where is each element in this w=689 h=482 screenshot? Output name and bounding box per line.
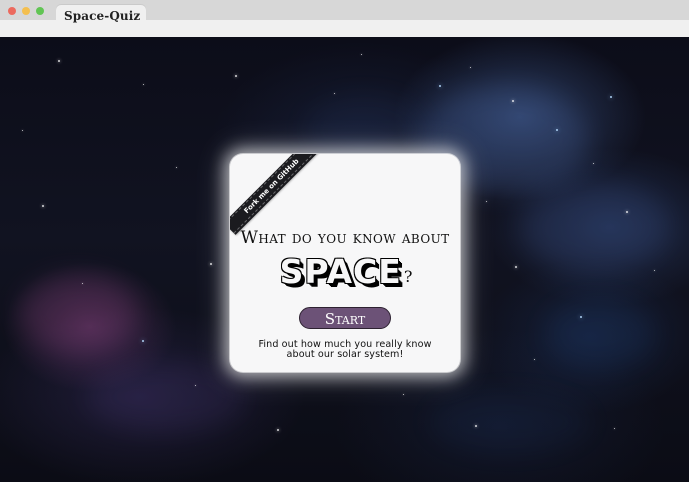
minimize-window-icon[interactable]: [22, 7, 30, 15]
star-icon: [515, 266, 517, 268]
quiz-intro-card: Fork me on GitHub What do you know about…: [230, 154, 460, 372]
browser-window: Space-Quiz Fork me on GitHub What do you…: [0, 0, 689, 482]
star-icon: [334, 93, 335, 94]
star-icon: [210, 263, 212, 265]
browser-tab-space-quiz[interactable]: Space-Quiz: [56, 5, 146, 37]
star-icon: [143, 84, 144, 85]
star-icon: [235, 75, 237, 77]
nebula-cloud: [18, 273, 138, 353]
browser-tab-label: Space-Quiz: [64, 9, 141, 23]
space-background: Fork me on GitHub What do you know about…: [0, 37, 689, 482]
question-mark: ?: [403, 267, 413, 286]
star-icon: [486, 201, 487, 202]
close-window-icon[interactable]: [8, 7, 16, 15]
star-icon: [614, 428, 615, 429]
star-icon: [22, 130, 23, 131]
star-icon: [142, 340, 144, 342]
star-icon: [439, 85, 441, 87]
star-icon: [277, 429, 279, 431]
star-icon: [58, 60, 60, 62]
nebula-cloud: [430, 392, 590, 452]
star-icon: [403, 394, 404, 395]
zoom-window-icon[interactable]: [36, 7, 44, 15]
space-title-text: SPACE: [279, 252, 402, 291]
star-icon: [361, 54, 362, 55]
star-icon: [534, 359, 535, 360]
nebula-cloud: [86, 362, 246, 432]
star-icon: [593, 163, 594, 164]
nebula-cloud: [545, 299, 655, 369]
window-controls: [8, 7, 44, 15]
fork-me-on-github-link[interactable]: Fork me on GitHub: [230, 154, 320, 235]
browser-chrome: Space-Quiz: [0, 0, 689, 37]
start-button[interactable]: Start: [299, 307, 391, 329]
quiz-title: SPACE?: [230, 255, 460, 288]
nebula-cloud: [520, 182, 670, 272]
star-icon: [654, 270, 655, 271]
star-icon: [42, 205, 44, 207]
star-icon: [470, 67, 471, 68]
quiz-headline: What do you know about: [240, 228, 450, 248]
quiz-description: Find out how much you really know about …: [258, 339, 432, 360]
star-icon: [176, 167, 177, 168]
star-icon: [610, 96, 612, 98]
